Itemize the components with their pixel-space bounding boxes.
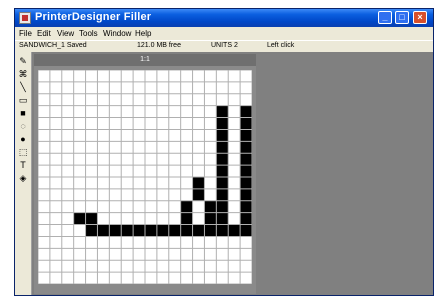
filled-pixel[interactable] [240,153,252,166]
pixel-grid[interactable] [38,70,252,284]
rect-fill-tool-icon[interactable]: ■ [17,108,29,119]
menu-view[interactable]: View [57,29,74,38]
pencil-tool-icon[interactable]: ✎ [17,56,29,67]
filled-pixel[interactable] [180,200,193,213]
filled-pixel[interactable] [240,177,252,189]
menu-tools[interactable]: Tools [79,29,98,38]
filled-pixel[interactable] [216,177,229,189]
filled-pixel[interactable] [192,177,205,189]
brush-tool-icon[interactable]: ⌘ [17,69,29,80]
info-memory: 121.0 MB free [137,42,181,49]
editor-header: 1:1 [34,54,256,66]
menu-help[interactable]: Help [135,29,151,38]
menu-bar: File Edit View Tools Window Help [15,27,433,40]
menu-file[interactable]: File [19,29,32,38]
filled-pixel[interactable] [168,224,181,237]
filled-pixel[interactable] [240,117,252,130]
filled-pixel[interactable] [145,224,157,237]
fill-tool-icon[interactable]: ◈ [17,173,29,184]
filled-pixel[interactable] [228,224,241,237]
filled-pixel[interactable] [156,224,169,237]
workspace-area: 1:1 [32,52,433,295]
filled-pixel[interactable] [204,200,217,213]
rect-outline-tool-icon[interactable]: ▭ [17,95,29,106]
filled-pixel[interactable] [133,224,145,237]
filled-pixel[interactable] [97,224,110,237]
filled-pixel[interactable] [240,165,252,177]
filled-pixel[interactable] [240,105,252,118]
filled-pixel[interactable] [216,165,229,177]
app-icon [19,12,31,24]
line-tool-icon[interactable]: ╲ [17,82,29,93]
menu-edit[interactable]: Edit [37,29,51,38]
filled-pixel[interactable] [240,129,252,142]
select-tool-icon[interactable]: ⬚ [17,147,29,158]
filled-pixel[interactable] [216,212,229,225]
filled-pixel[interactable] [216,224,229,237]
ellipse-fill-tool-icon[interactable]: ● [17,134,29,145]
filled-pixel[interactable] [216,141,229,154]
menu-window[interactable]: Window [103,29,131,38]
application-window: PrinterDesigner Filler _ □ × File Edit V… [14,8,434,296]
app-canvas: PrinterDesigner Filler _ □ × File Edit V… [0,0,444,303]
filled-pixel[interactable] [192,188,205,201]
filled-pixel[interactable] [85,212,98,225]
filled-pixel[interactable] [240,224,252,237]
filled-pixel[interactable] [216,117,229,130]
filled-pixel[interactable] [216,188,229,201]
info-document: SANDWICH_1 Saved [19,42,87,49]
info-mode: Left click [267,42,295,49]
filled-pixel[interactable] [180,212,193,225]
filled-pixel[interactable] [240,200,252,213]
filled-pixel[interactable] [240,212,252,225]
filled-pixel[interactable] [240,141,252,154]
info-units: UNITS 2 [211,42,238,49]
maximize-button[interactable]: □ [395,11,409,24]
filled-pixel[interactable] [204,212,217,225]
title-bar[interactable]: PrinterDesigner Filler _ □ × [15,9,433,27]
minimize-button[interactable]: _ [378,11,392,24]
filled-pixel[interactable] [240,188,252,201]
filled-pixel[interactable] [204,224,217,237]
filled-pixel[interactable] [85,224,98,237]
close-button[interactable]: × [413,11,427,24]
filled-pixel[interactable] [109,224,122,237]
filled-pixel[interactable] [192,224,205,237]
text-tool-icon[interactable]: T [17,160,29,171]
window-title: PrinterDesigner Filler [35,11,152,23]
tool-palette: ✎ ⌘ ╲ ▭ ■ ◌ ● ⬚ T ◈ [15,52,32,295]
filled-pixel[interactable] [73,212,86,225]
filled-pixel[interactable] [216,129,229,142]
filled-pixel[interactable] [216,153,229,166]
filled-pixel[interactable] [216,200,229,213]
filled-pixel[interactable] [216,105,229,118]
filled-pixel[interactable] [121,224,134,237]
pixel-editor-panel: 1:1 [34,54,256,294]
ellipse-outline-tool-icon[interactable]: ◌ [17,121,29,132]
filled-pixel[interactable] [180,224,193,237]
